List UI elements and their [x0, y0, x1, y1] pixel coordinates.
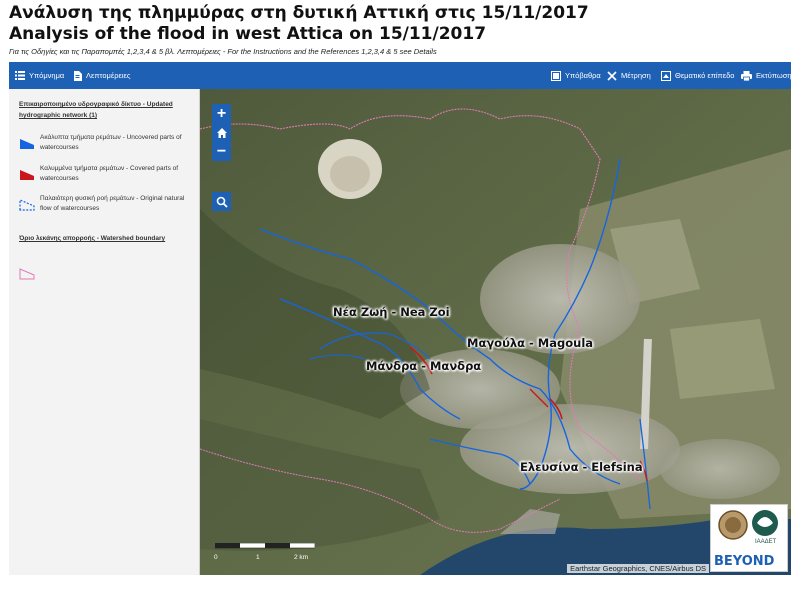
legend-group-hydro-title: Επικαιροποιημένο υδρογραφικό δίκτυο - Up… — [19, 101, 173, 119]
printer-icon — [741, 70, 752, 81]
red-polygon-swatch-icon — [20, 170, 34, 180]
toolbar: Υπόμνημα Λεπτομέρειες Υπόβαθρα Μέτρηση Θ… — [9, 62, 792, 89]
scale-bar — [215, 543, 315, 549]
map-view[interactable]: + − Νέα Ζωή - Nea Zoi Μαγούλα - Magoula … — [200, 89, 791, 575]
legend-item-covered: Καλυμμένα τμήματα ρεμάτων - Covered part… — [19, 164, 194, 188]
legend-item-uncovered: Ακάλυπτα τμήματα ρεμάτων - Uncovered par… — [19, 133, 194, 157]
measure-button[interactable]: Μέτρηση — [607, 62, 651, 89]
legend-item-covered-label: Καλυμμένα τμήματα ρεμάτων - Covered part… — [40, 165, 179, 182]
thematic-layer-button-label: Θεματικό επίπεδο — [675, 71, 735, 80]
logo-beyond-text: BEYOND — [714, 554, 775, 569]
zoom-out-button[interactable]: − — [212, 142, 231, 161]
legend-item-watershed — [19, 263, 194, 287]
scale-label-1: 1 — [256, 554, 260, 561]
search-button[interactable] — [212, 192, 231, 211]
print-button[interactable]: Εκτύπωση — [741, 62, 792, 89]
home-icon — [216, 127, 227, 138]
scale-label-2: 2 km — [294, 554, 309, 561]
details-button-label: Λεπτομέρειες — [86, 71, 131, 80]
pink-polygon-swatch-icon — [19, 268, 35, 280]
blue-polygon-swatch-icon — [20, 139, 34, 149]
legend-button[interactable]: Υπόμνημα — [15, 62, 64, 89]
measure-button-label: Μέτρηση — [621, 71, 651, 80]
place-label-magoula: Μαγούλα - Magoula — [467, 336, 594, 350]
page-title-greek: Ανάλυση της πλημμύρας στη δυτική Αττική … — [9, 3, 589, 23]
scale-label-0: 0 — [214, 554, 218, 561]
thematic-layer-button[interactable]: Θεματικό επίπεδο — [661, 62, 734, 89]
legend-panel: Επικαιροποιημένο υδρογραφικό δίκτυο - Up… — [9, 89, 200, 575]
legend-item-original-flow: Παλαιότερη φυσική ροή ρεμάτων - Original… — [19, 194, 194, 218]
logo-org-text: ΙΑΑΔΕΤ — [755, 539, 777, 545]
legend-group-watershed-title: Όριο λεκάνης απορροής - Watershed bounda… — [19, 235, 166, 242]
search-icon — [216, 196, 228, 208]
basemap-icon — [551, 70, 561, 81]
dashed-polygon-swatch-icon — [19, 199, 35, 211]
logo-beyond: ΙΑΑΔΕΤ BEYOND — [710, 504, 788, 572]
basemap-button-label: Υπόβαθρα — [565, 71, 601, 80]
legend-button-label: Υπόμνημα — [29, 71, 65, 80]
satellite-imagery — [200, 89, 791, 575]
page-subtitle: Για τις Οδηγίες και τις Παραπομπές 1,2,3… — [9, 47, 437, 56]
details-button[interactable]: Λεπτομέρειες — [73, 62, 130, 89]
document-icon — [74, 70, 82, 81]
list-icon — [15, 71, 25, 80]
layers-icon — [661, 70, 671, 81]
zoom-in-button[interactable]: + — [212, 104, 231, 123]
place-label-elefsina: Ελευσίνα - Elefsina — [520, 460, 643, 474]
print-button-label: Εκτύπωση — [756, 71, 792, 80]
legend-item-uncovered-label: Ακάλυπτα τμήματα ρεμάτων - Uncovered par… — [40, 134, 182, 151]
place-label-mandra: Μάνδρα - Μανδρα — [366, 359, 482, 373]
ruler-icon — [607, 70, 617, 81]
legend-item-original-flow-label: Παλαιότερη φυσική ροή ρεμάτων - Original… — [40, 195, 185, 212]
map-attribution: Earthstar Geographics, CNES/Airbus DS — [567, 564, 709, 573]
home-button[interactable] — [212, 123, 231, 142]
page-title-english: Analysis of the flood in west Attica on … — [9, 24, 487, 44]
basemap-button[interactable]: Υπόβαθρα — [551, 62, 601, 89]
place-label-nea-zoi: Νέα Ζωή - Nea Zoi — [333, 305, 450, 319]
